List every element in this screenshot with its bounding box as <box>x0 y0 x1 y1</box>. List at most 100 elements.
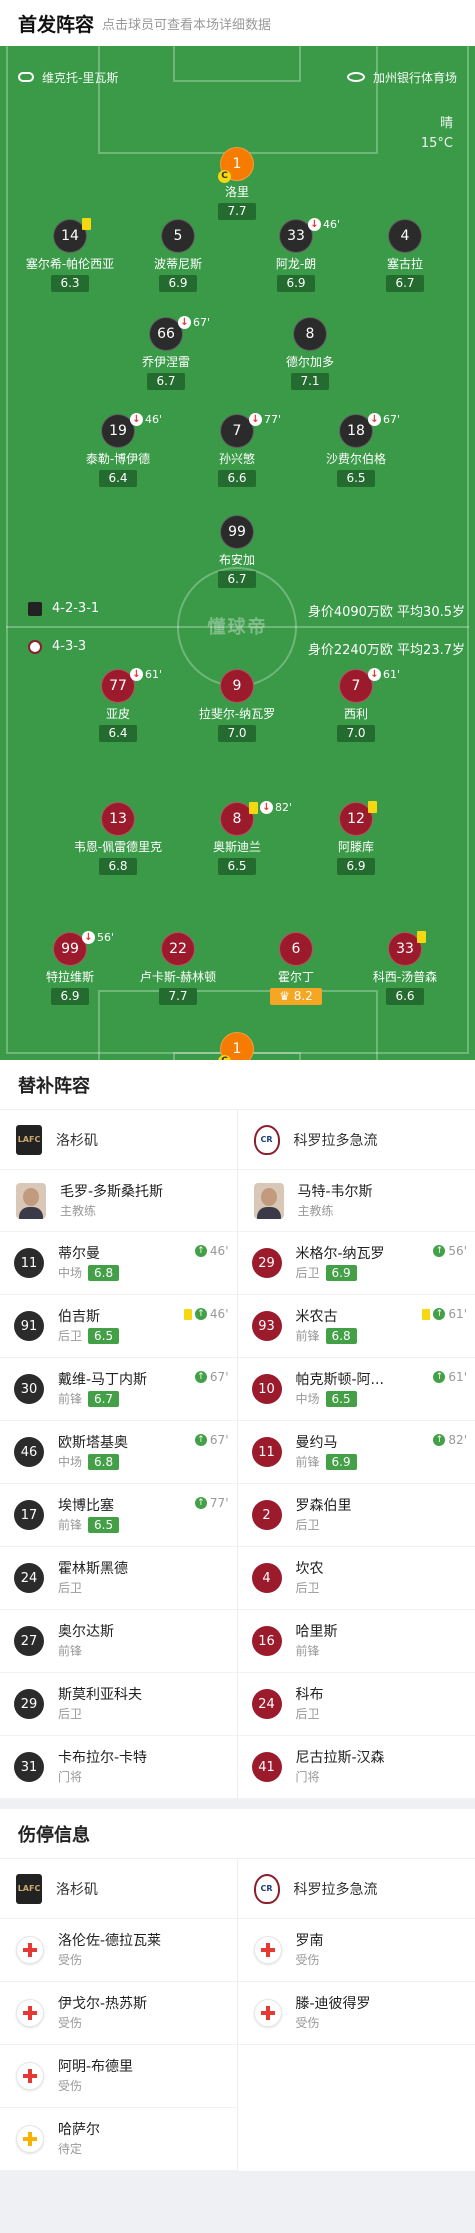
home-player[interactable]: 18 ↓ 67' 沙费尔伯格 6.5 <box>296 413 416 487</box>
medical-cross-icon <box>23 2006 37 2020</box>
sub-player-row[interactable]: 24 霍林斯黑德 后卫 <box>0 1547 237 1610</box>
away-player[interactable]: 12 阿滕库 6.9 <box>296 801 416 875</box>
sub-name: 欧斯塔基奥 <box>58 1435 128 1451</box>
player-number-badge: 8 ↓ 82' <box>220 801 292 836</box>
injury-row[interactable]: 滕-迪彼得罗 受伤 <box>237 1982 475 2045</box>
sub-off-minute: 67' <box>193 316 211 329</box>
away-player[interactable]: 33 科西-汤普森 6.6 <box>345 931 465 1005</box>
injury-row[interactable]: 伊戈尔-热苏斯 受伤 <box>0 1982 237 2045</box>
away-player[interactable]: 6 霍尔丁 ♛ 8.2 <box>236 932 356 1005</box>
player-number-badge: 1C <box>218 147 254 183</box>
sub-player-row[interactable]: 46 欧斯塔基奥 中场 6.8 ↑ 67' <box>0 1421 237 1484</box>
player-number-badge: 4 <box>388 219 422 253</box>
sub-number: 16 <box>251 1626 282 1656</box>
home-player[interactable]: 1 C 洛里 7.7 <box>177 147 297 220</box>
sub-meta: 前锋 6.9 <box>296 1453 357 1471</box>
away-coach[interactable]: 马特-韦尔斯 主教练 <box>237 1170 475 1232</box>
weather: 晴 15°C <box>421 114 453 154</box>
sub-player-row[interactable]: 41 尼古拉斯-汉森 门将 <box>237 1736 475 1799</box>
sub-name: 霍林斯黑德 <box>58 1561 128 1577</box>
sub-player-row[interactable]: 29 斯莫利亚科夫 后卫 <box>0 1673 237 1736</box>
home-player[interactable]: 66 ↓ 67' 乔伊涅雷 6.7 <box>106 316 226 390</box>
home-injury-team-row[interactable]: LAFC 洛杉矶 <box>0 1859 237 1919</box>
player-name: 沙费尔伯格 <box>325 452 386 466</box>
home-player[interactable]: 33 ↓ 46' 阿龙-朗 6.9 <box>236 218 356 292</box>
player-name: 奥斯迪兰 <box>212 840 261 854</box>
sub-on-minute: 77' <box>209 1496 229 1510</box>
sub-player-row[interactable]: 11 曼约马 前锋 6.9 ↑ 82' <box>237 1421 475 1484</box>
sub-off-icon: ↓ <box>260 801 273 814</box>
sub-player-row[interactable]: 30 戴维-马丁内斯 前锋 6.7 ↑ 67' <box>0 1358 237 1421</box>
away-player[interactable]: 8 ↓ 82' 奥斯迪兰 6.5 <box>177 801 297 875</box>
player-rating-value: 8.2 <box>293 989 313 1003</box>
player-number-badge: 99 <box>220 515 254 549</box>
player-name: 德尔加多 <box>285 355 334 369</box>
sub-player-row[interactable]: 91 伯吉斯 后卫 6.5 ↑ 46' <box>0 1295 237 1358</box>
player-rating-value: 6.7 <box>156 374 176 388</box>
away-player[interactable]: 1C斯特芬7.1 <box>177 1032 297 1060</box>
away-injury-team-name: 科罗拉多急流 <box>293 1881 378 1898</box>
away-player[interactable]: 7 ↓ 61' 西利 7.0 <box>296 668 416 742</box>
player-number: 66 <box>157 326 175 342</box>
sub-player-row[interactable]: 4 坎农 后卫 <box>237 1547 475 1610</box>
injury-row[interactable]: 罗南 受伤 <box>237 1919 475 1982</box>
player-rating: 7.0 <box>218 725 256 742</box>
sub-info: 欧斯塔基奥 中场 6.8 <box>58 1433 128 1471</box>
home-coach[interactable]: 毛罗-多斯桑托斯 主教练 <box>0 1170 237 1232</box>
player-rating: 6.9 <box>337 858 375 875</box>
injured-player-name: 阿明-布德里 <box>58 2059 134 2075</box>
away-team-row[interactable]: CR 科罗拉多急流 <box>237 1110 475 1170</box>
injury-row[interactable]: 阿明-布德里 受伤 <box>0 2045 237 2108</box>
injured-player-name: 滕-迪彼得罗 <box>295 1996 371 2012</box>
away-player[interactable]: 13 韦恩-佩雷德里克 6.8 <box>58 802 178 875</box>
sub-player-row[interactable]: 93 米农古 前锋 6.8 ↑ 61' <box>237 1295 475 1358</box>
sub-player-row[interactable]: 17 埃博比塞 前锋 6.5 ↑ 77' <box>0 1484 237 1547</box>
sub-player-row[interactable]: 27 奥尔达斯 前锋 <box>0 1610 237 1673</box>
sub-name: 罗森伯里 <box>295 1498 352 1514</box>
injury-row[interactable]: 洛伦佐-德拉瓦莱 受伤 <box>0 1919 237 1982</box>
sub-info: 霍林斯黑德 后卫 <box>58 1559 128 1597</box>
injury-info: 伊戈尔-热苏斯 受伤 <box>58 1994 147 2032</box>
home-player[interactable]: 4 塞古拉 6.7 <box>345 219 465 292</box>
away-injury-team-row[interactable]: CR 科罗拉多急流 <box>237 1859 475 1919</box>
home-team-row[interactable]: LAFC 洛杉矶 <box>0 1110 237 1170</box>
home-formation-label: 4-2-3-1 <box>52 601 100 616</box>
sub-number: 46 <box>14 1437 44 1467</box>
player-rating-value: 6.9 <box>286 276 306 290</box>
injury-row[interactable]: 哈萨尔 待定 <box>0 2108 237 2171</box>
home-player[interactable]: 5 波蒂尼斯 6.9 <box>118 219 238 292</box>
sub-player-row[interactable]: 24 科布 后卫 <box>237 1673 475 1736</box>
away-player[interactable]: 77 ↓ 61' 亚皮 6.4 <box>58 668 178 742</box>
player-number: 5 <box>173 228 183 244</box>
sub-rating: 6.9 <box>325 1454 357 1470</box>
stadium-icon <box>346 72 365 82</box>
sub-player-row[interactable]: 31 卡布拉尔-卡特 门将 <box>0 1736 237 1799</box>
subs-section: LAFC 洛杉矶 毛罗-多斯桑托斯 主教练 11 蒂尔曼 中场 6.8 ↑ 46' 91 伯吉… <box>0 1110 475 1799</box>
home-subs-column: LAFC 洛杉矶 毛罗-多斯桑托斯 主教练 11 蒂尔曼 中场 6.8 ↑ 46' 91 伯吉… <box>0 1110 238 1799</box>
sub-off-event: ↓ 46' <box>130 413 162 426</box>
home-player[interactable]: 99 布安加 6.7 <box>177 515 297 588</box>
away-injury-column: CR 科罗拉多急流 罗南 受伤 滕-迪彼得罗 受伤 <box>237 1859 475 2171</box>
sub-off-icon: ↓ <box>130 413 143 426</box>
sub-player-row[interactable]: 2 罗森伯里 后卫 <box>237 1484 475 1547</box>
away-player[interactable]: 9 拉斐尔-纳瓦罗 7.0 <box>177 669 297 742</box>
player-number: 19 <box>109 423 127 439</box>
sub-name: 斯莫利亚科夫 <box>58 1687 142 1703</box>
sub-player-row[interactable]: 11 蒂尔曼 中场 6.8 ↑ 46' <box>0 1232 237 1295</box>
home-player[interactable]: 7 ↓ 77' 孙兴慜 6.6 <box>177 413 297 487</box>
player-rating-value: 6.6 <box>227 471 247 485</box>
home-player[interactable]: 19 ↓ 46' 泰勒-博伊德 6.4 <box>58 413 178 487</box>
sub-player-row[interactable]: 16 哈里斯 前锋 <box>237 1610 475 1673</box>
player-rating-value: 6.9 <box>346 859 366 873</box>
sub-position: 中场 <box>58 1455 83 1469</box>
home-player[interactable]: 14 塞尔希-帕伦西亚 6.3 <box>10 218 130 292</box>
sub-off-minute: 77' <box>264 413 282 426</box>
away-player[interactable]: 22 卢卡斯-赫林顿 7.7 <box>118 932 238 1005</box>
sub-player-row[interactable]: 29 米格尔-纳瓦罗 后卫 6.9 ↑ 56' <box>237 1232 475 1295</box>
sub-player-row[interactable]: 10 帕克斯顿-阿... 中场 6.5 ↑ 61' <box>237 1358 475 1421</box>
home-player[interactable]: 8 德尔加多 7.1 <box>250 317 370 390</box>
away-player[interactable]: 99 ↓ 56' 特拉维斯 6.9 <box>10 931 130 1005</box>
player-rating: 6.4 <box>99 470 137 487</box>
away-team-logo <box>28 639 42 654</box>
sub-meta: 后卫 6.9 <box>296 1264 385 1282</box>
